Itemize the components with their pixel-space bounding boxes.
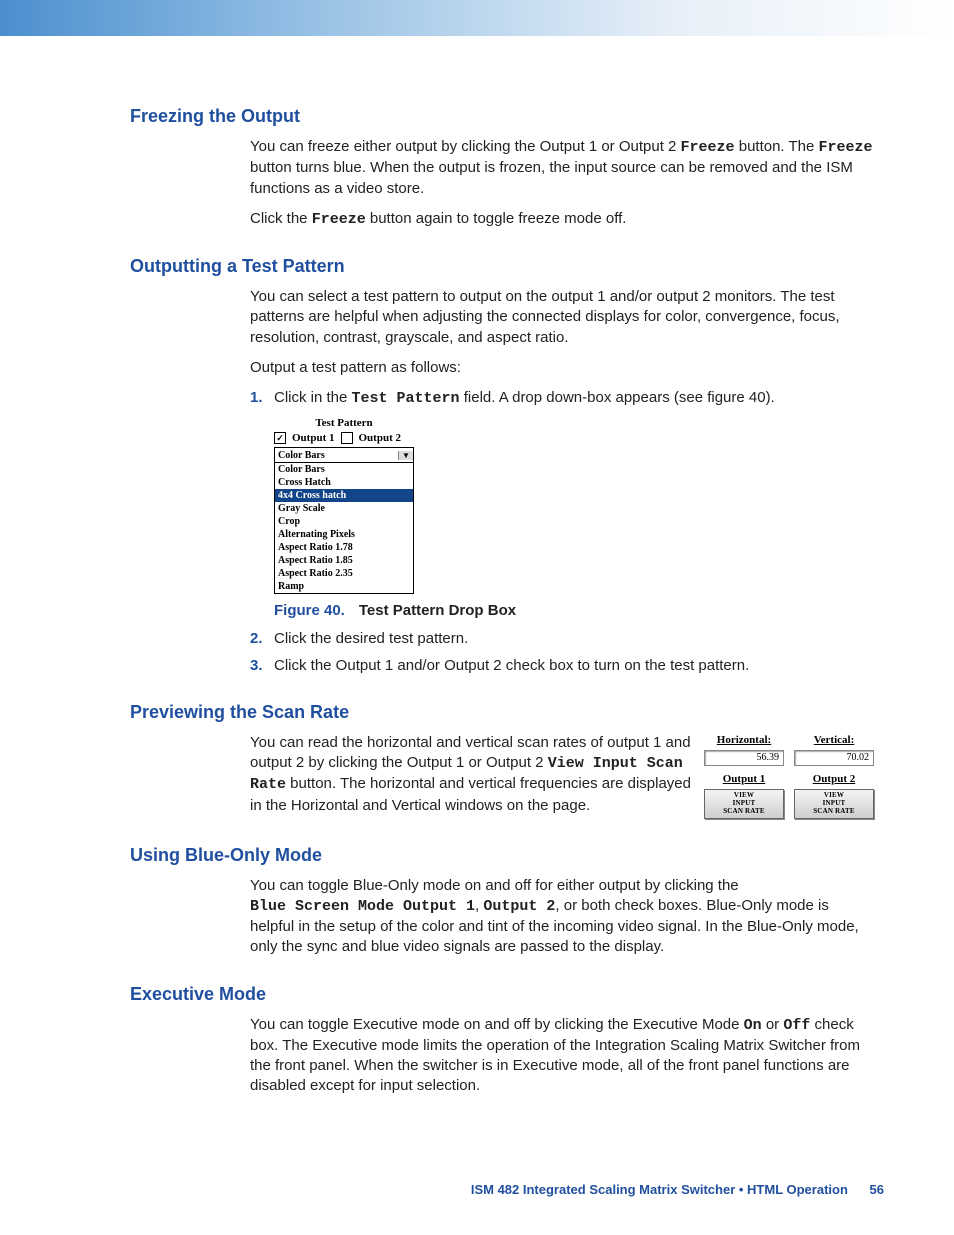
step-number: 1. [250,388,274,409]
dropdown-selected-label: Color Bars [275,450,398,461]
heading-blue-only: Using Blue-Only Mode [130,845,884,866]
figure-title: Test Pattern Drop Box [359,602,516,619]
dropdown-selected[interactable]: Color Bars ▼ [274,447,414,463]
view-input-scan-rate-button-2[interactable]: VIEWINPUTSCAN RATE [794,789,874,818]
header-gradient-bar [0,0,954,36]
text: button again to toggle freeze mode off. [366,210,627,227]
text: Click the [250,210,312,227]
vertical-value: 70.02 [794,750,874,766]
dropbox-title: Test Pattern [274,417,414,429]
code-blue-screen-out1: Blue Screen Mode Output 1 [250,898,475,915]
code-freeze: Freeze [819,139,873,156]
text: field. A drop down-box appears (see figu… [460,389,775,406]
text: or [762,1016,784,1033]
text: Click in the [274,389,352,406]
horizontal-label: Horizontal: [704,733,784,748]
text: You can toggle Blue-Only mode on and off… [250,877,739,894]
text: button. The horizontal and vertical freq… [250,775,691,813]
paragraph: Click the Freeze button again to toggle … [250,209,874,230]
dropdown-option[interactable]: Alternating Pixels [275,528,413,541]
checkbox-output1-label: Output 1 [292,432,335,444]
paragraph: You can toggle Executive mode on and off… [250,1015,874,1097]
output2-label: Output 2 [794,772,874,787]
dropdown-option[interactable]: Aspect Ratio 1.85 [275,554,413,567]
dropdown-option[interactable]: Ramp [275,580,413,593]
heading-test-pattern: Outputting a Test Pattern [130,256,884,277]
text: button. The [735,138,819,155]
page-footer: ISM 482 Integrated Scaling Matrix Switch… [471,1182,884,1197]
text: Click the Output 1 and/or Output 2 check… [274,656,749,676]
footer-text: ISM 482 Integrated Scaling Matrix Switch… [471,1182,848,1197]
heading-scan-rate: Previewing the Scan Rate [130,702,884,723]
paragraph: Horizontal: 56.39 Output 1 VIEWINPUTSCAN… [250,733,874,819]
paragraph: You can freeze either output by clicking… [250,137,874,199]
view-input-scan-rate-button-1[interactable]: VIEWINPUTSCAN RATE [704,789,784,818]
code-off: Off [783,1017,810,1034]
heading-freezing: Freezing the Output [130,106,884,127]
figure-number: Figure 40. [274,602,345,619]
step-1: 1. Click in the Test Pattern field. A dr… [250,388,884,409]
scan-rate-panel: Horizontal: 56.39 Output 1 VIEWINPUTSCAN… [704,733,874,819]
page-number: 56 [870,1182,884,1197]
dropdown-option[interactable]: Aspect Ratio 1.78 [275,541,413,554]
dropdown-option[interactable]: Cross Hatch [275,476,413,489]
dropdown-option[interactable]: Color Bars [275,463,413,476]
output1-label: Output 1 [704,772,784,787]
code-freeze: Freeze [312,211,366,228]
dropdown-list[interactable]: Color BarsCross Hatch4x4 Cross hatchGray… [274,463,414,594]
step-3: 3. Click the Output 1 and/or Output 2 ch… [250,656,884,676]
checkbox-output2-label: Output 2 [359,432,402,444]
checkbox-output1[interactable]: ✓ [274,432,286,444]
vertical-label: Vertical: [794,733,874,748]
step-number: 2. [250,629,274,649]
heading-executive-mode: Executive Mode [130,984,884,1005]
code-freeze: Freeze [681,139,735,156]
checkbox-output2[interactable] [341,432,353,444]
step-2: 2. Click the desired test pattern. [250,629,884,649]
dropdown-option[interactable]: Crop [275,515,413,528]
dropdown-option[interactable]: 4x4 Cross hatch [275,489,413,502]
figure-test-pattern-dropbox: Test Pattern ✓ Output 1 Output 2 Color B… [274,417,414,594]
dropdown-option[interactable]: Aspect Ratio 2.35 [275,567,413,580]
chevron-down-icon: ▼ [398,451,413,460]
code-blue-screen-out2: Output 2 [483,898,555,915]
text: Click the desired test pattern. [274,629,468,649]
paragraph: Output a test pattern as follows: [250,358,874,378]
text: You can toggle Executive mode on and off… [250,1016,744,1033]
code-on: On [744,1017,762,1034]
paragraph: You can select a test pattern to output … [250,287,874,348]
horizontal-value: 56.39 [704,750,784,766]
paragraph: You can toggle Blue-Only mode on and off… [250,876,874,958]
step-number: 3. [250,656,274,676]
figure-caption: Figure 40. Test Pattern Drop Box [274,602,884,619]
code-test-pattern: Test Pattern [352,390,460,407]
dropdown-option[interactable]: Gray Scale [275,502,413,515]
text: button turns blue. When the output is fr… [250,159,853,196]
text: You can freeze either output by clicking… [250,138,681,155]
